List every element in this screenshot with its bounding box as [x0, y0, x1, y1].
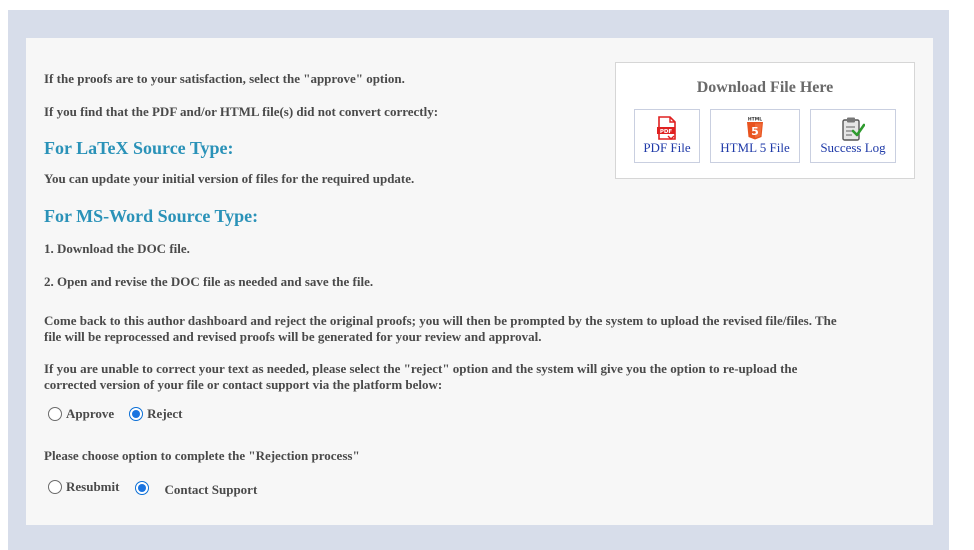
msword-heading: For MS-Word Source Type: [44, 206, 259, 226]
html5-download-button[interactable]: HTML 5 HTML 5 File [710, 109, 800, 163]
approve-radio[interactable] [48, 407, 62, 421]
msword-step-1: 1. Download the DOC file. [44, 241, 190, 256]
msword-step-2: 2. Open and revise the DOC file as neede… [44, 274, 374, 289]
approve-label[interactable]: Approve [66, 406, 114, 422]
resubmit-label[interactable]: Resubmit [66, 479, 119, 495]
pdf-icon-text: PDF [660, 129, 673, 135]
contact-support-label[interactable]: Contact Support [164, 482, 257, 498]
outer-frame: If the proofs are to your satisfaction, … [8, 10, 949, 550]
reject-instruction-line-1: Come back to this author dashboard and r… [44, 313, 837, 328]
html-icon-text: HTML [748, 117, 762, 123]
proof-review-panel: If the proofs are to your satisfaction, … [26, 38, 933, 525]
reject-radio[interactable] [129, 407, 144, 421]
html5-file-label[interactable]: HTML 5 File [711, 140, 799, 156]
contact-support-radio[interactable] [135, 480, 150, 495]
download-box: Download File Here PDF PDF File HTML 5 H… [615, 62, 915, 179]
reject-instruction-line-2: file will be reprocessed and revised pro… [44, 329, 542, 344]
unable-instruction-line-1: If you are unable to correct your text a… [44, 361, 798, 376]
latex-heading: For LaTeX Source Type: [44, 138, 234, 158]
pdf-file-label[interactable]: PDF File [635, 140, 699, 156]
decision-radio-group: Approve Reject [48, 406, 183, 422]
approve-instruction: If the proofs are to your satisfaction, … [44, 71, 405, 86]
latex-text: You can update your initial version of f… [44, 171, 415, 186]
rejection-radio-group: Resubmit Contact Support [48, 476, 257, 498]
download-title: Download File Here [696, 79, 834, 96]
unable-instruction-line-2: corrected version of your file or contac… [44, 377, 443, 392]
rejection-prompt: Please choose option to complete the "Re… [44, 448, 360, 463]
success-log-label[interactable]: Success Log [811, 140, 895, 156]
pdf-download-button[interactable]: PDF PDF File [634, 109, 700, 163]
success-log-download-button[interactable]: Success Log [810, 109, 896, 163]
not-convert-instruction: If you find that the PDF and/or HTML fil… [44, 104, 439, 119]
resubmit-radio[interactable] [48, 480, 62, 494]
reject-label[interactable]: Reject [147, 406, 182, 422]
html-icon-number: 5 [751, 125, 759, 138]
